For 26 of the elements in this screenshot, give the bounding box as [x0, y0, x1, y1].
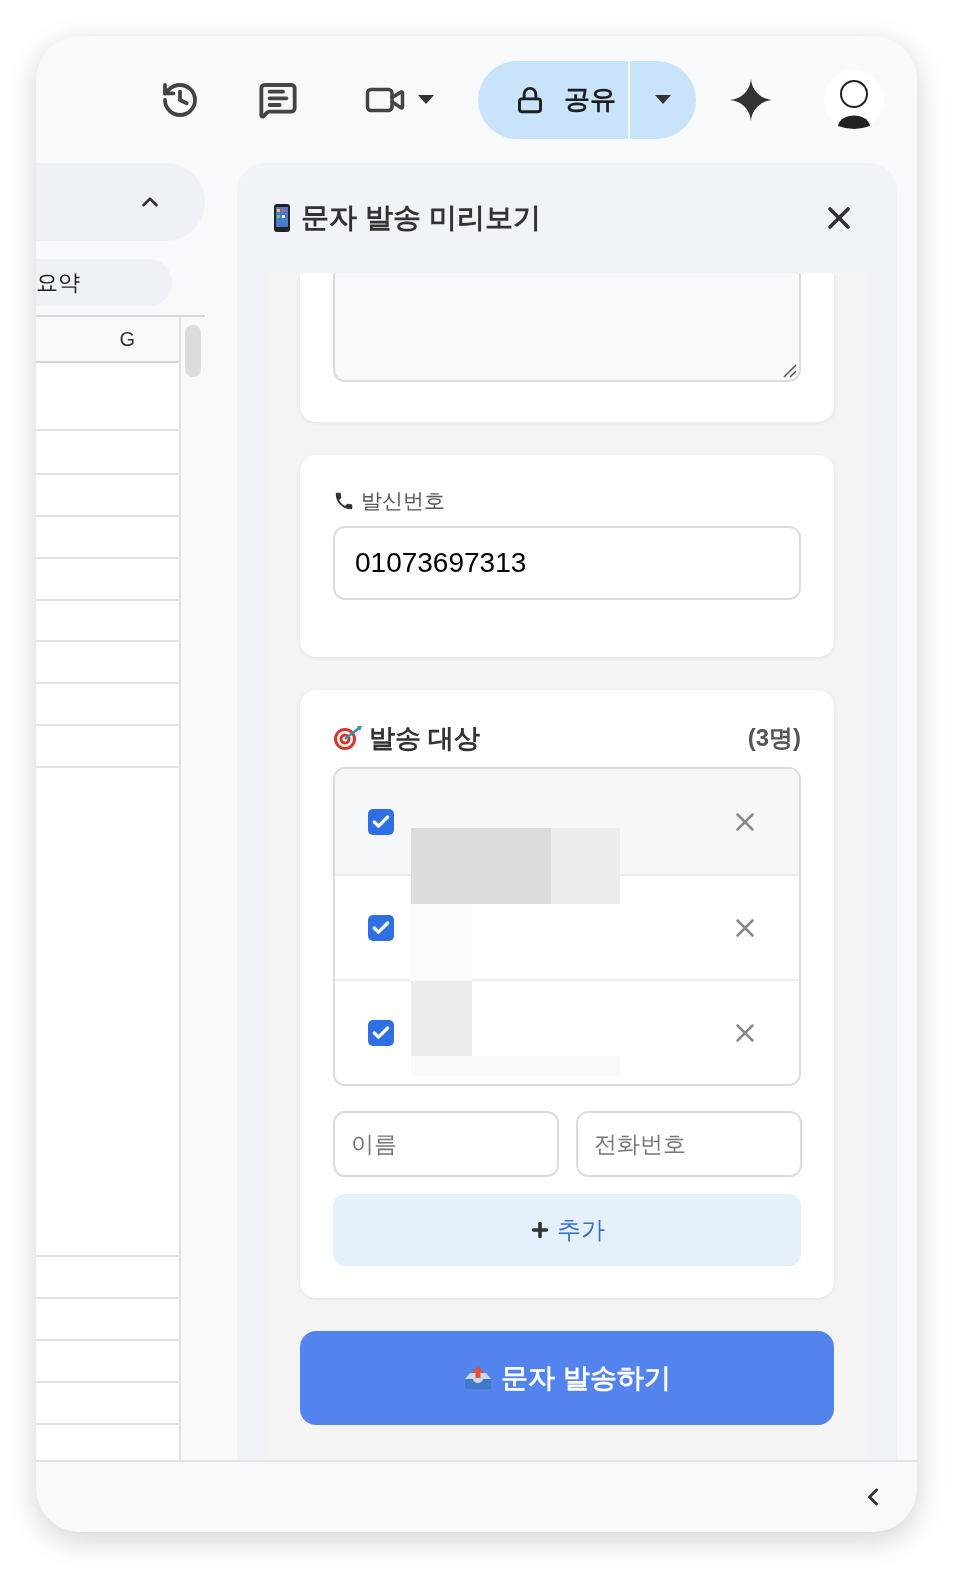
panel-title: 문자 발송 미리보기: [301, 201, 541, 235]
lock-icon: [516, 85, 544, 114]
recipient-count: (3명): [747, 723, 801, 753]
sender-number-field[interactable]: 01073697313: [333, 526, 801, 600]
add-button[interactable]: 추가: [333, 1194, 801, 1266]
target-icon: [333, 725, 363, 751]
telephone-icon: [333, 490, 355, 512]
recipient-checkbox[interactable]: [368, 808, 394, 835]
phone-icon: [273, 204, 291, 232]
sparkle-icon[interactable]: [730, 78, 772, 121]
send-button[interactable]: 문자 발송하기: [300, 1331, 834, 1425]
field-label: 발신번호: [361, 488, 445, 515]
outbox-tray-icon: [463, 1365, 494, 1391]
share-button[interactable]: 공유: [478, 60, 628, 139]
recipient-checkbox[interactable]: [368, 1019, 394, 1046]
resize-handle-icon[interactable]: [783, 364, 797, 378]
column-header: G: [119, 327, 135, 352]
scrollbar-thumb[interactable]: [185, 325, 201, 377]
section-title: 발송 대상: [369, 721, 481, 755]
name-field[interactable]: 이름: [333, 1111, 559, 1177]
caret-icon: [418, 95, 434, 104]
recipient-checkbox[interactable]: [368, 914, 394, 941]
phone-number-field[interactable]: 전화번호: [576, 1111, 802, 1177]
avatar[interactable]: [824, 69, 884, 130]
plus-icon: [529, 1219, 551, 1241]
caret-icon: [655, 95, 671, 104]
